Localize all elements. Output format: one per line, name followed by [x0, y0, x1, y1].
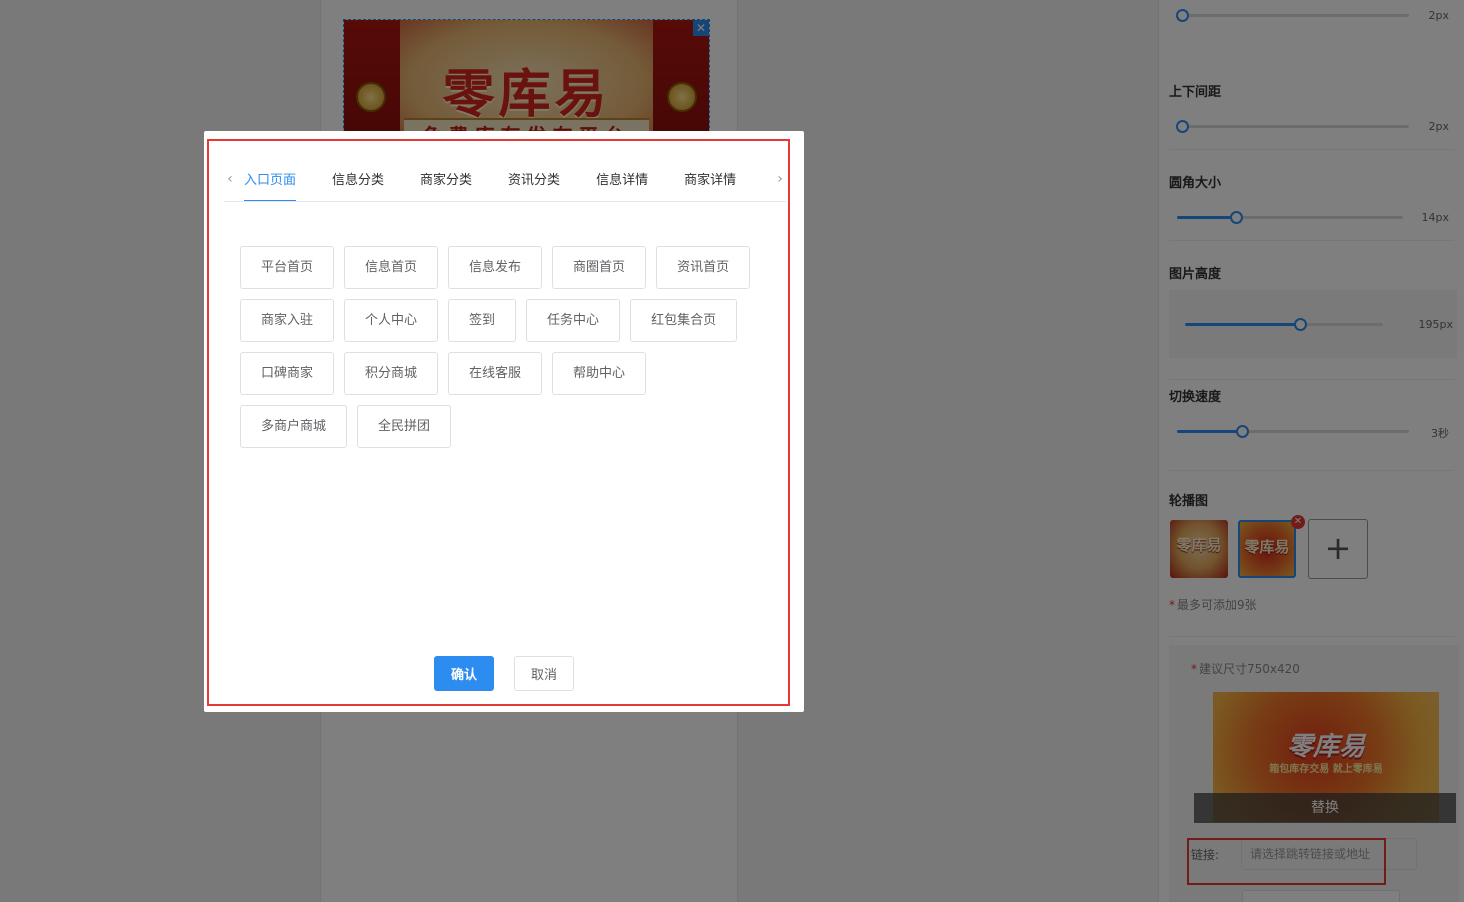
page-option-row: 商家入驻 个人中心 签到 任务中心 红包集合页 [240, 299, 785, 342]
page-option-button[interactable]: 任务中心 [526, 299, 621, 342]
confirm-button[interactable]: 确认 [434, 656, 494, 691]
page-option-row: 多商户商城 全民拼团 [240, 405, 785, 448]
tab-0[interactable]: 入口页面 [244, 161, 297, 201]
tab-4[interactable]: 信息详情 [596, 161, 648, 201]
page-option-button[interactable]: 平台首页 [240, 246, 335, 289]
page-option-button[interactable]: 全民拼团 [357, 405, 452, 448]
cancel-button[interactable]: 取消 [514, 656, 574, 691]
tab-bar: ‹ 入口页面 信息分类 商家分类 资讯分类 信息详情 商家详情 › [224, 161, 786, 202]
tab-5[interactable]: 商家详情 [684, 161, 736, 201]
page-option-row: 口碑商家 积分商城 在线客服 帮助中心 [240, 352, 785, 395]
page-option-button[interactable]: 个人中心 [344, 299, 439, 342]
page-option-button[interactable]: 多商户商城 [240, 405, 348, 448]
page-option-button[interactable]: 商圈首页 [552, 246, 647, 289]
tab-list: 入口页面 信息分类 商家分类 资讯分类 信息详情 商家详情 [244, 161, 766, 201]
page-option-button[interactable]: 签到 [448, 299, 517, 342]
tab-2[interactable]: 商家分类 [420, 161, 472, 201]
page-option-button[interactable]: 红包集合页 [630, 299, 738, 342]
page-option-row: 平台首页 信息首页 信息发布 商圈首页 资讯首页 [240, 246, 785, 289]
page-option-button[interactable]: 资讯首页 [656, 246, 751, 289]
page-option-button[interactable]: 商家入驻 [240, 299, 335, 342]
page-option-button[interactable]: 口碑商家 [240, 352, 335, 395]
tab-3[interactable]: 资讯分类 [508, 161, 560, 201]
page-option-button[interactable]: 信息发布 [448, 246, 543, 289]
page-option-button[interactable]: 帮助中心 [552, 352, 647, 395]
tab-1[interactable]: 信息分类 [332, 161, 384, 201]
page-option-button[interactable]: 积分商城 [344, 352, 439, 395]
link-picker-dialog: ‹ 入口页面 信息分类 商家分类 资讯分类 信息详情 商家详情 › 平台首页 信息首页 信息发… [204, 131, 804, 712]
page-option-button[interactable]: 在线客服 [448, 352, 543, 395]
page-option-grid: 平台首页 信息首页 信息发布 商圈首页 资讯首页 商家入驻 个人中心 签到 任务中心 红包集合页口… [240, 246, 785, 458]
chevron-right-icon[interactable]: › [774, 171, 786, 187]
page-option-button[interactable]: 信息首页 [344, 246, 439, 289]
chevron-left-icon[interactable]: ‹ [224, 171, 236, 187]
